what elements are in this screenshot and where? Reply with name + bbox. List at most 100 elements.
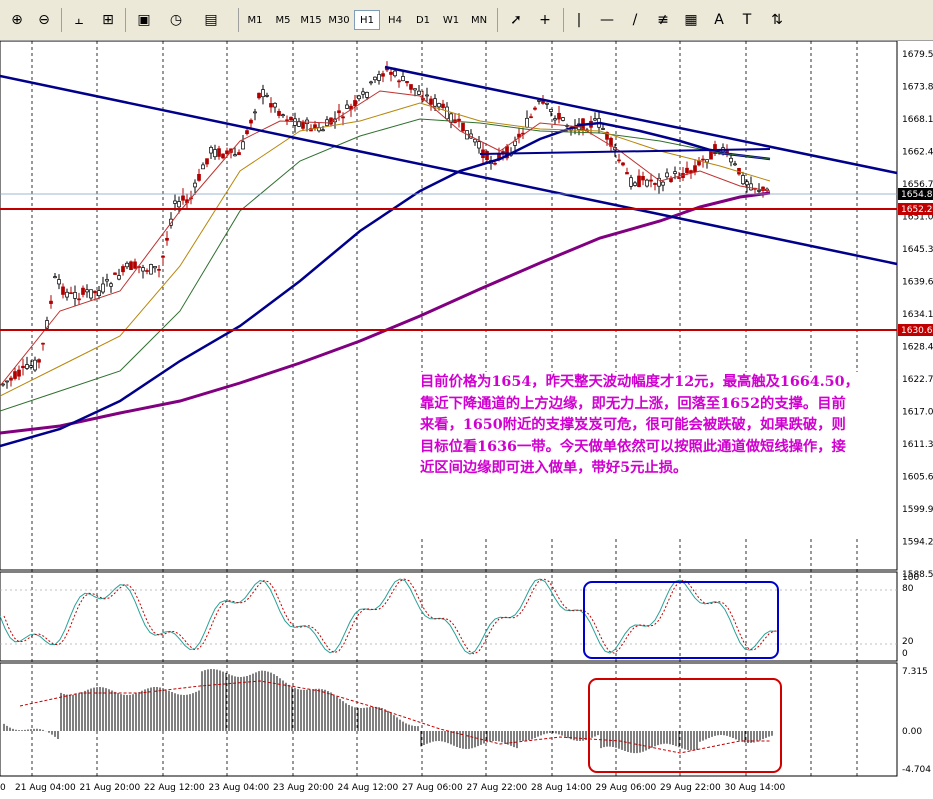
timeframe-w1-button[interactable]: W1 — [438, 10, 464, 30]
candle-body — [253, 111, 257, 114]
candle-body — [433, 98, 437, 107]
templates-icon[interactable]: ▤ — [200, 10, 222, 30]
candle-body — [553, 118, 557, 121]
equidistant-channel-icon[interactable]: ▦ — [680, 10, 702, 30]
candle-body — [357, 95, 361, 100]
time-tick: 22 Aug 12:00 — [144, 783, 205, 793]
toolbar-separator — [125, 8, 126, 32]
candle-body — [365, 92, 369, 98]
candle-body — [165, 237, 169, 241]
candle-body — [677, 177, 681, 179]
timeframe-m1-button[interactable]: M1 — [242, 10, 268, 30]
candle-body — [377, 74, 381, 81]
candle-body — [285, 119, 289, 122]
macd-axis: 7.315 0.00 -4.704 — [902, 667, 931, 775]
candle-body — [405, 81, 409, 84]
candle-body — [601, 128, 605, 130]
candle-body — [545, 102, 549, 105]
period-separator-icon[interactable]: ⊞ — [97, 10, 119, 30]
candle-body — [273, 102, 277, 108]
toolbar-separator — [238, 8, 239, 32]
zoom-out-icon[interactable]: ⊖ — [33, 10, 55, 30]
candle-body — [749, 183, 753, 191]
candle-body — [633, 182, 637, 186]
candle-body — [425, 94, 429, 97]
candle-body — [153, 266, 157, 269]
timeframe-m5-button[interactable]: M5 — [270, 10, 296, 30]
candle-body — [209, 147, 213, 154]
toolbar-separator — [497, 8, 498, 32]
candle-body — [289, 116, 293, 121]
candle-body — [193, 182, 197, 188]
candle-body — [645, 179, 649, 187]
candle-body — [341, 116, 345, 119]
candle-body — [257, 92, 261, 99]
candle-body — [381, 73, 385, 77]
candle-body — [705, 159, 709, 163]
price-tick: 1668.15 — [902, 115, 933, 125]
candle-body — [649, 179, 653, 182]
candle-body — [105, 279, 109, 282]
zoom-in-icon[interactable]: ⊕ — [6, 10, 28, 30]
candle-body — [269, 103, 273, 108]
time-tick: 23 Aug 04:00 — [209, 783, 270, 793]
price-axis: 1679.551673.851668.151662.451656.751651.… — [902, 50, 933, 580]
candle-body — [261, 89, 265, 98]
candle-body — [197, 173, 201, 181]
crosshair-icon[interactable]: + — [534, 10, 556, 30]
candle-body — [85, 289, 89, 293]
candle-body — [133, 261, 137, 269]
timeframe-d1-button[interactable]: D1 — [410, 10, 436, 30]
candle-body — [61, 286, 65, 295]
new-order-icon[interactable]: ▣ — [133, 10, 155, 30]
candle-body — [101, 283, 105, 293]
candle-body — [629, 177, 633, 187]
vertical-line-icon[interactable]: | — [568, 10, 590, 30]
stoch-tick: 80 — [902, 584, 914, 594]
cursor-icon[interactable]: ➚ — [505, 10, 527, 30]
arrows-icon[interactable]: ⇅ — [766, 10, 788, 30]
candle-body — [525, 117, 529, 128]
fibonacci-icon[interactable]: ≢ — [652, 10, 674, 30]
time-tick: 29 Aug 06:00 — [596, 783, 657, 793]
text-label-icon[interactable]: A — [708, 10, 730, 30]
candle-body — [77, 298, 81, 301]
chart-bars-icon[interactable]: ⫠ — [68, 10, 90, 30]
candle-body — [225, 150, 229, 155]
price-tick: 1617.00 — [902, 408, 933, 418]
timeframe-h1-button[interactable]: H1 — [354, 10, 380, 30]
stochastic-panel-frame — [0, 571, 898, 662]
candle-body — [429, 98, 433, 105]
candle-body — [217, 148, 221, 157]
timeframe-m15-button[interactable]: M15 — [298, 10, 324, 30]
candle-body — [561, 117, 565, 121]
timeframe-h4-button[interactable]: H4 — [382, 10, 408, 30]
time-tick: 30 Aug 14:00 — [725, 783, 786, 793]
stoch-tick: 100 — [902, 573, 919, 583]
candle-body — [665, 172, 669, 178]
candle-body — [557, 112, 561, 120]
text-box-icon[interactable]: T — [736, 10, 758, 30]
time-tick: 27 Aug 06:00 — [402, 783, 463, 793]
candle-body — [653, 182, 657, 185]
macd-tick: 0.00 — [902, 727, 922, 737]
candle-body — [437, 103, 441, 108]
candle-body — [345, 104, 349, 109]
candle-body — [65, 291, 69, 298]
candle-body — [281, 114, 285, 117]
timeframe-m30-button[interactable]: M30 — [326, 10, 352, 30]
candle-body — [729, 157, 733, 163]
timeframe-mn-button[interactable]: MN — [466, 10, 492, 30]
history-clock-icon[interactable]: ◷ — [165, 10, 187, 30]
candle-body — [757, 190, 761, 192]
candle-body — [25, 364, 29, 369]
horizontal-line-icon[interactable]: — — [596, 10, 618, 30]
candle-body — [97, 290, 101, 296]
candle-body — [249, 119, 253, 124]
candle-body — [121, 266, 125, 273]
candle-body — [477, 141, 481, 149]
trendline-icon[interactable]: / — [624, 10, 646, 30]
price-tick: 1622.70 — [902, 375, 933, 385]
candle-body — [245, 130, 249, 135]
candle-body — [741, 175, 745, 185]
